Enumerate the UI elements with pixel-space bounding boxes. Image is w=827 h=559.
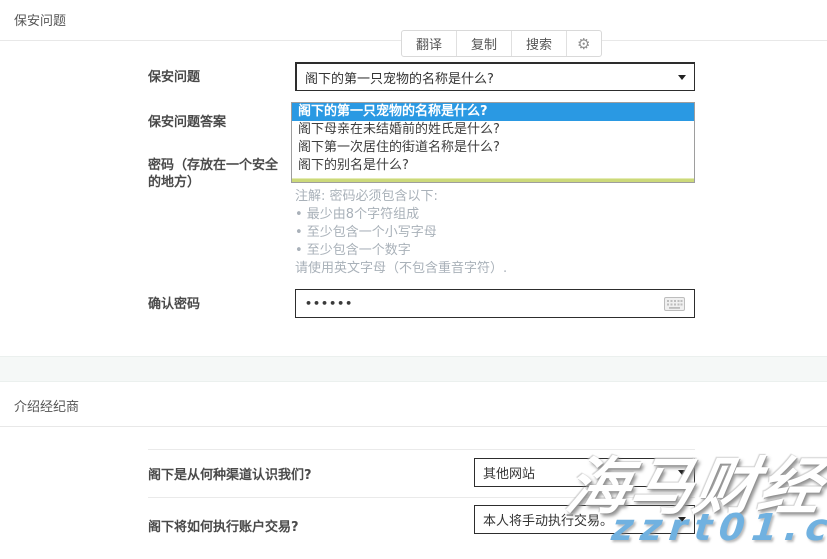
dropdown-option[interactable]: 阁下母亲在未结婚前的姓氏是什么? xyxy=(292,121,694,139)
section-divider xyxy=(0,356,827,382)
page-title: 保安问题 xyxy=(14,10,66,29)
security-question-select[interactable]: 阁下的第一只宠物的名称是什么? xyxy=(295,62,695,91)
password-note-title: 注解: 密码必须包含以下: xyxy=(295,188,695,206)
security-question-value: 阁下的第一只宠物的名称是什么? xyxy=(305,68,494,87)
password-note-footer: 请使用英文字母（不包含重音字符）. xyxy=(295,260,695,278)
chevron-down-icon xyxy=(678,517,686,522)
masked-password-value: •••••• xyxy=(305,297,353,310)
chevron-down-icon xyxy=(678,470,686,475)
gear-icon[interactable]: ⚙ xyxy=(567,31,600,56)
security-question-label: 保安问题 xyxy=(148,69,288,86)
referral-source-label: 阁下是从何种渠道认识我们? xyxy=(148,464,312,483)
dropdown-bottom-border xyxy=(292,182,694,183)
confirm-password-input[interactable]: •••••• xyxy=(295,289,695,318)
dropdown-option[interactable]: 阁下第一次居住的街道名称是什么? xyxy=(292,139,694,157)
row-divider xyxy=(148,497,695,498)
trade-execution-select[interactable]: 本人将手动执行交易。 xyxy=(474,505,695,534)
password-note: 注解: 密码必须包含以下: • 最少由8个字符组成 • 至少包含一个小写字母 •… xyxy=(295,188,695,278)
dropdown-option[interactable]: 阁下的别名是什么? xyxy=(292,157,694,175)
broker-section-title: 介绍经纪商 xyxy=(14,396,79,415)
password-rule: • 最少由8个字符组成 xyxy=(295,206,695,224)
referral-source-value: 其他网站 xyxy=(483,463,535,482)
referral-source-select[interactable]: 其他网站 xyxy=(474,458,695,487)
password-rule: • 至少包含一个数字 xyxy=(295,242,695,260)
security-answer-label: 保安问题答案 xyxy=(148,114,288,131)
copy-button[interactable]: 复制 xyxy=(457,31,512,56)
search-button[interactable]: 搜索 xyxy=(512,31,567,56)
trade-execution-value: 本人将手动执行交易。 xyxy=(483,510,613,529)
keyboard-icon[interactable] xyxy=(664,297,685,311)
chevron-down-icon xyxy=(678,75,686,80)
page: 保安问题 翻译 复制 搜索 ⚙ 保安问题 阁下的第一只宠物的名称是什么? 阁下的… xyxy=(0,0,827,559)
row-divider xyxy=(148,449,695,450)
security-question-dropdown: 阁下的第一只宠物的名称是什么? 阁下母亲在未结婚前的姓氏是什么? 阁下第一次居住… xyxy=(291,102,695,183)
confirm-password-label: 确认密码 xyxy=(148,296,288,313)
dropdown-option-selected[interactable]: 阁下的第一只宠物的名称是什么? xyxy=(292,103,694,121)
password-rule: • 至少包含一个小写字母 xyxy=(295,224,695,242)
translate-button[interactable]: 翻译 xyxy=(402,31,457,56)
toolbar: 翻译 复制 搜索 ⚙ xyxy=(401,30,602,57)
trade-execution-label: 阁下将如何执行账户交易? xyxy=(148,516,299,535)
broker-section-divider xyxy=(0,426,827,427)
password-label: 密码（存放在一个安全的地方） xyxy=(148,157,288,191)
